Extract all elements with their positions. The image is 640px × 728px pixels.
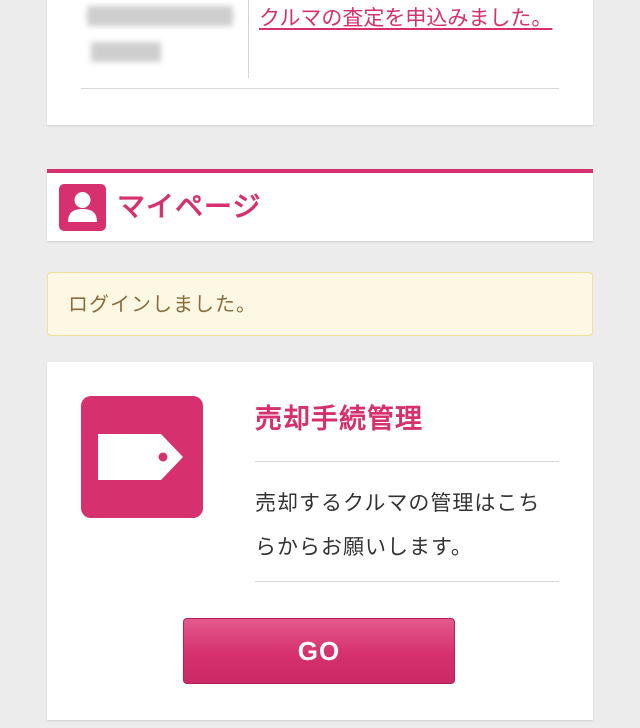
go-button[interactable]: GO (183, 618, 455, 684)
login-alert: ログインしました。 (47, 272, 593, 336)
divider (255, 581, 559, 582)
alert-message: ログインしました。 (68, 292, 257, 316)
user-icon (59, 184, 106, 231)
divider (255, 461, 559, 462)
news-link[interactable]: クルマの査定を申込みました。 (259, 2, 559, 35)
mypage-header: マイページ (47, 169, 593, 241)
page-title: マイページ (117, 190, 262, 223)
news-divider (248, 0, 249, 78)
sale-title: 売却手続管理 (255, 404, 423, 435)
sale-description: 売却するクルマの管理はこちらからお願いします。 (255, 491, 541, 559)
news-row: クルマの査定を申込みました。 (81, 0, 559, 89)
sale-management-card: 売却手続管理 売却するクルマの管理はこちらからお願いします。 GO (47, 362, 593, 720)
price-tag-icon (81, 396, 203, 518)
news-card: クルマの査定を申込みました。 (47, 0, 593, 125)
